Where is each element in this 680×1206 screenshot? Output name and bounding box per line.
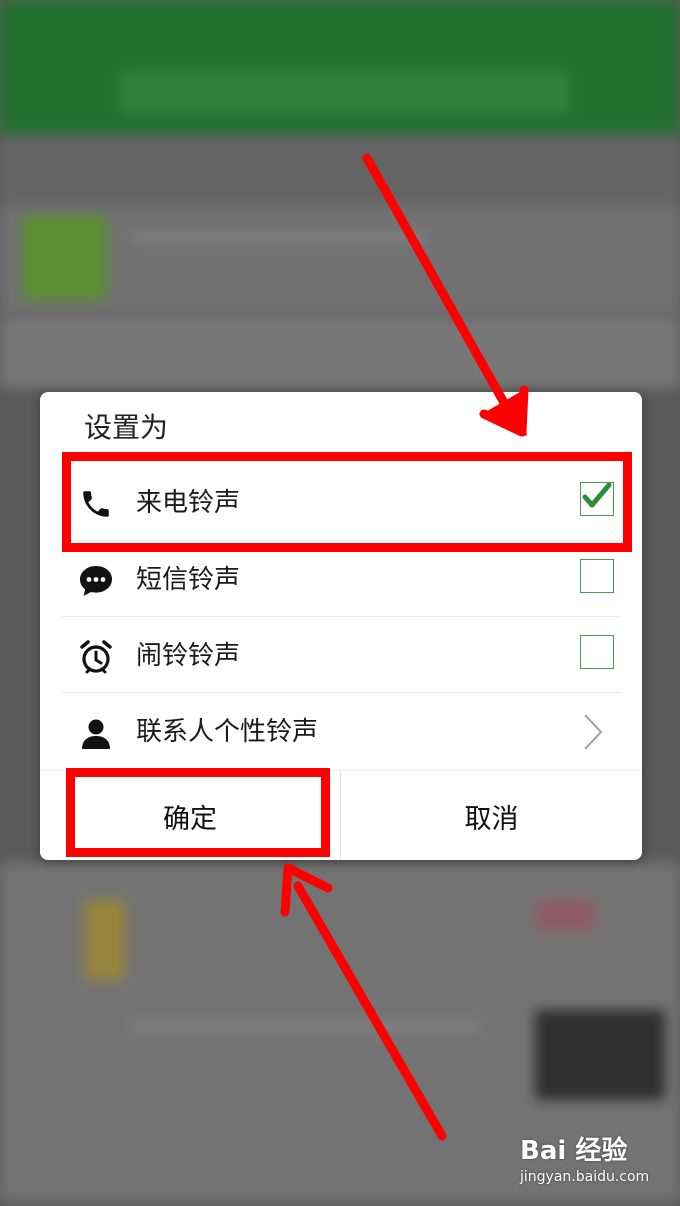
watermark-url: jingyan.baidu.com (520, 1169, 650, 1185)
arrow-down-icon (362, 153, 529, 437)
annotation-arrows (280, 153, 529, 1141)
arrow-up-icon (280, 863, 447, 1141)
baidu-logo: Bai 经验 (520, 1136, 628, 1166)
watermark: Bai 经验 jingyan.baidu.com (520, 1130, 649, 1185)
